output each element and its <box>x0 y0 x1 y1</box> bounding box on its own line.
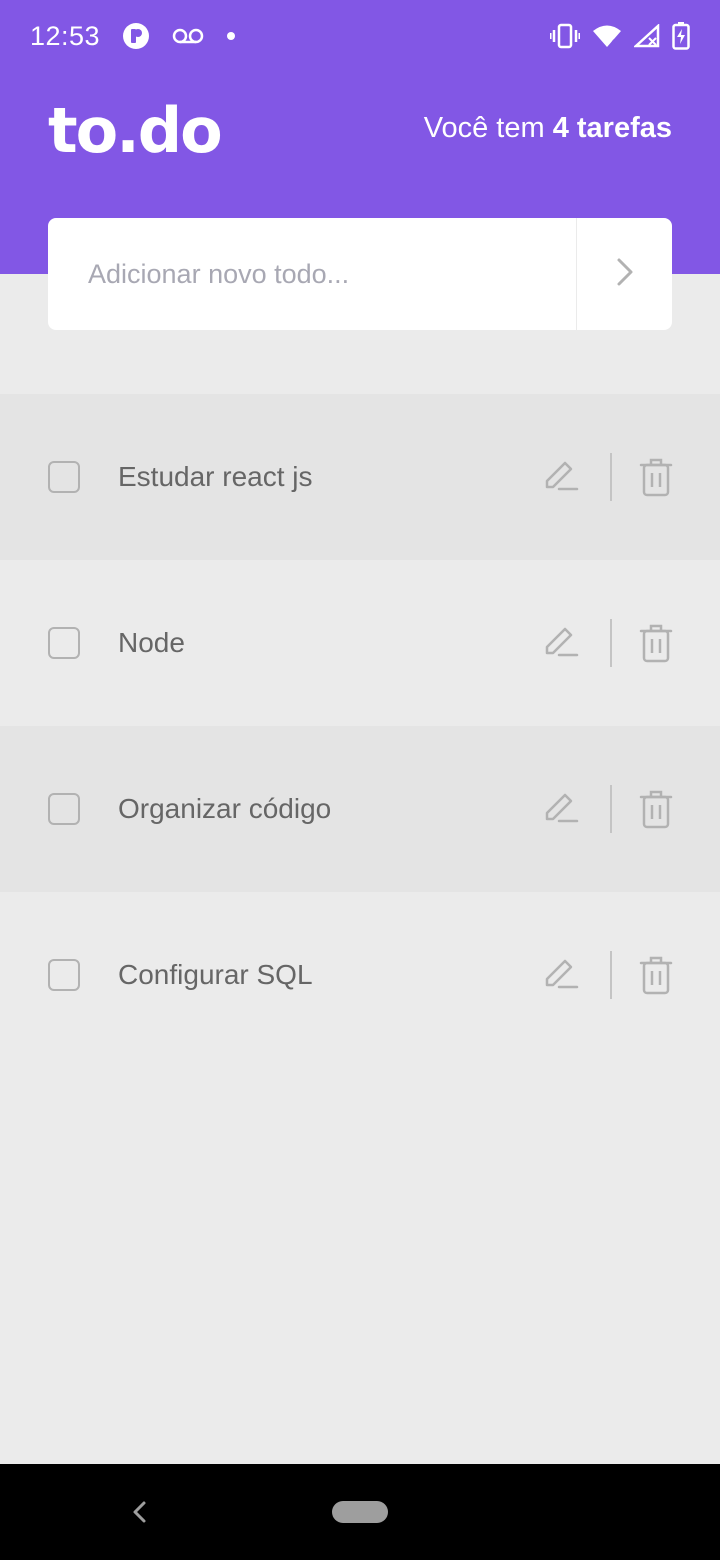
svg-text:4: 4 <box>610 39 616 48</box>
action-divider <box>610 951 612 999</box>
back-button[interactable] <box>126 1494 152 1530</box>
task-label[interactable]: Configurar SQL <box>118 959 313 991</box>
task-list: Estudar react js Node Organizar código C… <box>0 394 720 1058</box>
action-divider <box>610 785 612 833</box>
status-left: 12:53 <box>30 21 236 52</box>
status-right: 4 <box>550 22 690 50</box>
vibrate-icon <box>550 23 580 49</box>
signal-icon <box>634 24 660 48</box>
task-count-prefix: Você tem <box>423 112 553 144</box>
battery-icon <box>672 22 690 50</box>
edit-button[interactable] <box>540 622 582 664</box>
status-bar: 12:53 4 <box>0 0 720 72</box>
navigation-bar <box>0 1464 720 1560</box>
task-checkbox[interactable] <box>48 627 80 659</box>
trash-icon <box>639 624 673 663</box>
task-count: Você tem 4 tarefas <box>424 112 672 145</box>
delete-button[interactable] <box>638 622 674 664</box>
task-row: Estudar react js <box>0 394 720 560</box>
action-divider <box>610 453 612 501</box>
delete-button[interactable] <box>638 788 674 830</box>
task-row: Node <box>0 560 720 726</box>
chevron-right-icon <box>615 257 635 292</box>
new-todo-input[interactable] <box>48 218 576 330</box>
app-screen: 12:53 4 to.do Você tem 4 tarefas Adicion… <box>0 0 720 1560</box>
trash-icon <box>639 956 673 995</box>
app-logo: to.do <box>48 94 223 167</box>
task-label[interactable]: Node <box>118 627 185 659</box>
task-checkbox[interactable] <box>48 959 80 991</box>
trash-icon <box>639 790 673 829</box>
delete-button[interactable] <box>638 954 674 996</box>
wifi-icon: 4 <box>592 24 622 48</box>
task-label[interactable]: Estudar react js <box>118 461 313 493</box>
add-todo-button[interactable] <box>576 218 672 330</box>
edit-button[interactable] <box>540 456 582 498</box>
pencil-icon <box>545 627 579 657</box>
task-row: Configurar SQL <box>0 892 720 1058</box>
task-label[interactable]: Organizar código <box>118 793 331 825</box>
task-checkbox[interactable] <box>48 793 80 825</box>
new-todo-form <box>48 218 672 330</box>
trash-icon <box>639 458 673 497</box>
home-button[interactable] <box>332 1501 388 1523</box>
voicemail-icon <box>172 27 204 45</box>
back-arrow-icon <box>133 1501 146 1523</box>
edit-button[interactable] <box>540 788 582 830</box>
pencil-icon <box>545 959 579 989</box>
dot-icon <box>226 31 236 41</box>
action-divider <box>610 619 612 667</box>
status-time: 12:53 <box>30 20 101 51</box>
task-checkbox[interactable] <box>48 461 80 493</box>
task-row: Organizar código <box>0 726 720 892</box>
edit-button[interactable] <box>540 954 582 996</box>
task-count-strong: 4 tarefas <box>552 112 672 144</box>
pencil-icon <box>545 793 579 823</box>
delete-button[interactable] <box>638 456 674 498</box>
pencil-icon <box>545 461 579 491</box>
app-icon <box>122 22 150 50</box>
